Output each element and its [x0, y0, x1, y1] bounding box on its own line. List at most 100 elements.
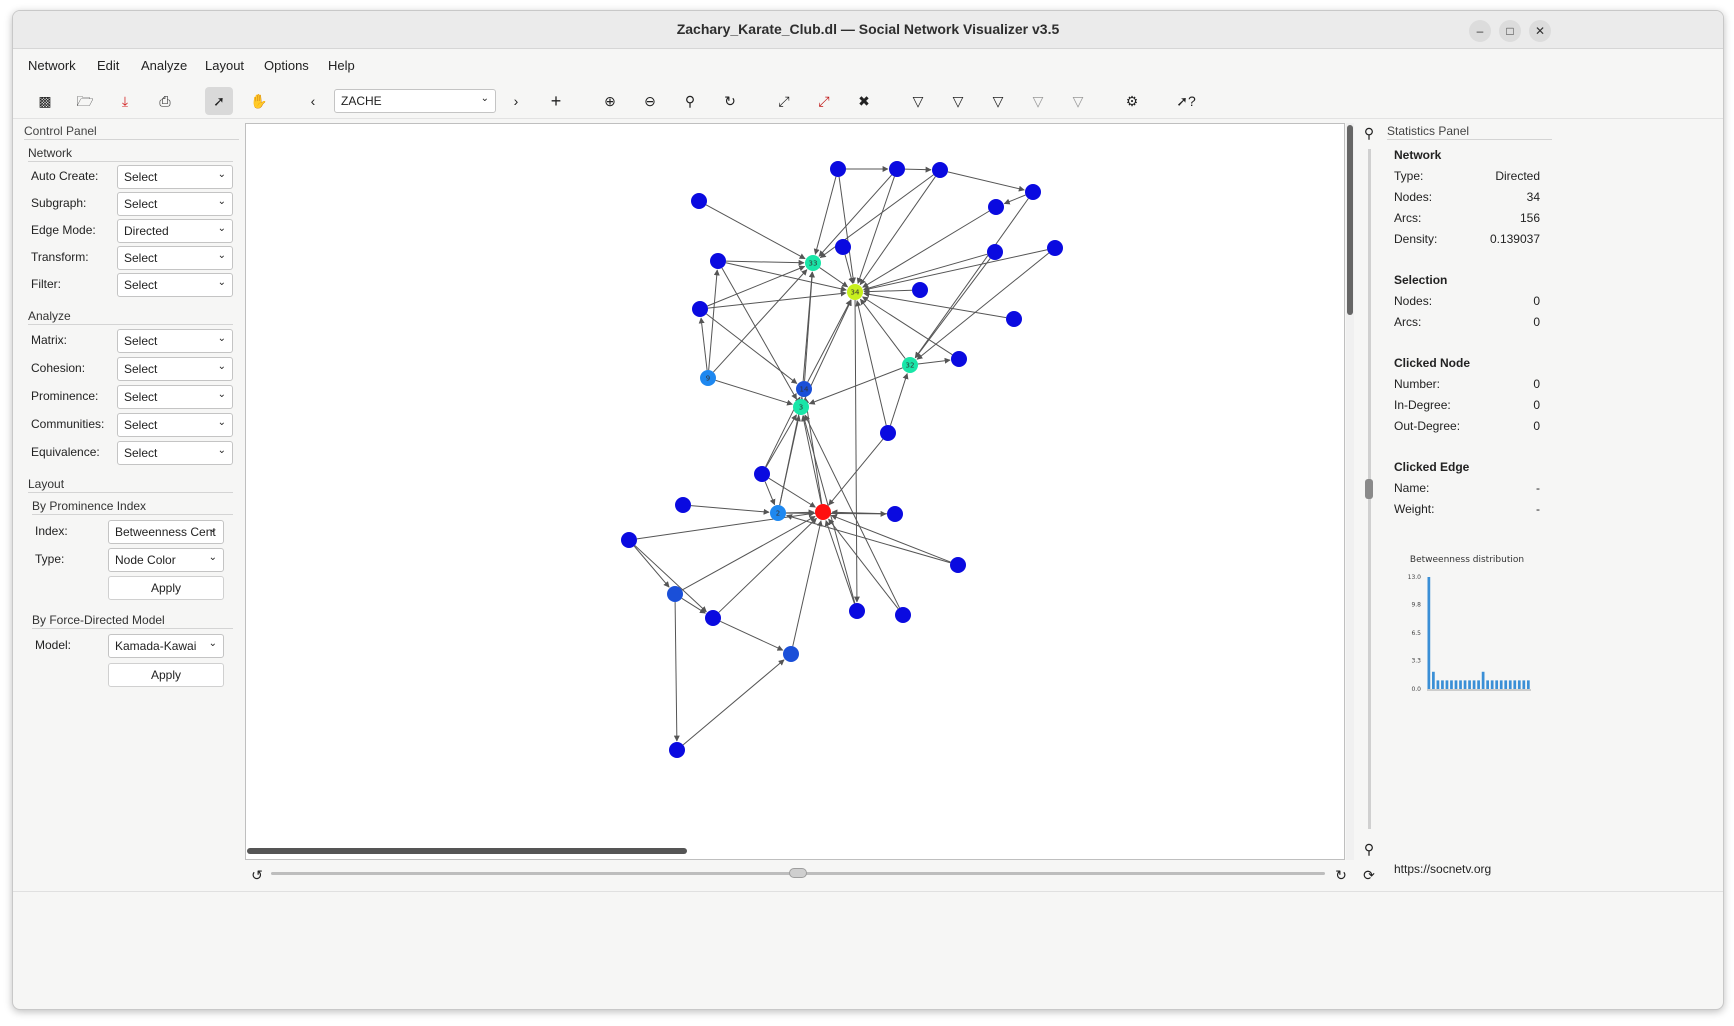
graph-node[interactable]: [705, 610, 721, 626]
graph-node[interactable]: [1025, 184, 1041, 200]
graph-node[interactable]: [987, 244, 1003, 260]
prominence-select[interactable]: Select ⌄: [117, 385, 233, 409]
rotate-icon[interactable]: ↻: [716, 87, 744, 115]
filter-5-icon[interactable]: ▽: [1064, 87, 1092, 115]
graph-edge[interactable]: [681, 515, 816, 591]
apply-prominence-button[interactable]: Apply: [108, 576, 224, 600]
edge-mode-select[interactable]: Directed ⌄: [117, 219, 233, 243]
graph-node[interactable]: [889, 161, 905, 177]
rotate-left-icon[interactable]: ↺: [243, 861, 271, 889]
graph-edge[interactable]: [803, 299, 852, 400]
graph-node[interactable]: [669, 742, 685, 758]
minimize-button[interactable]: –: [1469, 20, 1491, 42]
graph-node[interactable]: [691, 193, 707, 209]
filter-select[interactable]: Select ⌄: [117, 273, 233, 297]
filter-1-icon[interactable]: ▽: [904, 87, 932, 115]
select-pointer-icon[interactable]: ➚: [205, 87, 233, 115]
network-graph[interactable]: 33343291432: [246, 124, 1345, 860]
graph-edge[interactable]: [792, 520, 823, 647]
matrix-select[interactable]: Select ⌄: [117, 329, 233, 353]
graph-edge[interactable]: [824, 519, 855, 604]
menu-layout[interactable]: Layout: [205, 58, 244, 73]
vertical-scroll-thumb[interactable]: [1347, 125, 1353, 315]
graph-node[interactable]: [880, 425, 896, 441]
graph-node[interactable]: [932, 162, 948, 178]
graph-edge[interactable]: [889, 372, 909, 426]
menu-edit[interactable]: Edit: [97, 58, 119, 73]
print-icon[interactable]: ⎙: [151, 87, 179, 115]
graph-edge[interactable]: [859, 176, 936, 286]
reset-view-icon[interactable]: ⟳: [1355, 861, 1383, 889]
horizontal-scroll-thumb[interactable]: [247, 848, 687, 854]
graph-edge[interactable]: [838, 176, 857, 284]
graph-edge[interactable]: [853, 299, 860, 603]
graph-edge[interactable]: [904, 166, 932, 173]
zoom-out-icon[interactable]: ⊖: [636, 87, 664, 115]
zoom-in-icon[interactable]: ⚲: [1355, 119, 1383, 147]
help-icon[interactable]: ➚?: [1172, 87, 1200, 115]
zoom-in-icon[interactable]: ⊕: [596, 87, 624, 115]
auto-create-select[interactable]: Select ⌄: [117, 165, 233, 189]
graph-node[interactable]: [621, 532, 637, 548]
cohesion-select[interactable]: Select ⌄: [117, 357, 233, 381]
menu-analyze[interactable]: Analyze: [141, 58, 187, 73]
find-icon[interactable]: ⚲: [676, 87, 704, 115]
type-select[interactable]: Node Color ⌄: [108, 548, 224, 572]
open-folder-icon[interactable]: 🗁: [71, 87, 99, 115]
graph-node[interactable]: [895, 607, 911, 623]
edge-remove-icon[interactable]: ⤢: [810, 87, 838, 115]
index-select[interactable]: Betweenness Cent ⌄: [108, 520, 224, 544]
rotation-slider-handle[interactable]: [789, 868, 807, 878]
graph-edge[interactable]: [765, 414, 797, 468]
next-icon[interactable]: ›: [502, 87, 530, 115]
graph-edge[interactable]: [1003, 194, 1026, 205]
graph-edge[interactable]: [915, 258, 991, 359]
graph-node[interactable]: [815, 504, 831, 520]
graph-edge[interactable]: [947, 171, 1025, 192]
horizontal-scrollbar[interactable]: [245, 847, 1345, 855]
graph-edge[interactable]: [634, 545, 707, 613]
graph-edge[interactable]: [721, 267, 797, 400]
graph-edge[interactable]: [807, 299, 852, 383]
tools-icon[interactable]: ✖: [850, 87, 878, 115]
graph-node[interactable]: [675, 497, 691, 513]
model-select[interactable]: Kamada-Kawai ⌄: [108, 634, 224, 658]
hand-pan-icon[interactable]: ✋: [245, 87, 273, 115]
equivalence-select[interactable]: Select ⌄: [117, 441, 233, 465]
filter-4-icon[interactable]: ▽: [1024, 87, 1052, 115]
graph-edge[interactable]: [715, 379, 793, 406]
zoom-slider-handle[interactable]: [1365, 479, 1373, 499]
graph-node[interactable]: [667, 586, 683, 602]
graph-edge[interactable]: [705, 204, 806, 260]
graph-edge[interactable]: [718, 517, 817, 613]
graph-edge[interactable]: [673, 601, 680, 742]
node-find-combo[interactable]: ZACHE ⌄: [334, 89, 496, 113]
graph-edge[interactable]: [720, 620, 784, 651]
graph-edge[interactable]: [830, 514, 951, 563]
graph-edge[interactable]: [768, 477, 816, 508]
graph-node[interactable]: [1006, 311, 1022, 327]
zoom-out-icon[interactable]: ⚲: [1355, 835, 1383, 863]
graph-edge[interactable]: [813, 176, 837, 255]
graph-node[interactable]: [710, 253, 726, 269]
graph-node[interactable]: [988, 199, 1004, 215]
graph-node[interactable]: [951, 351, 967, 367]
socnetv-link[interactable]: https://socnetv.org: [1394, 862, 1491, 876]
apply-model-button[interactable]: Apply: [108, 663, 224, 687]
graph-edge[interactable]: [725, 259, 805, 266]
graph-edge[interactable]: [690, 505, 770, 515]
graph-node[interactable]: [912, 282, 928, 298]
graph-edge[interactable]: [633, 545, 670, 588]
graph-node[interactable]: [1047, 240, 1063, 256]
graph-edge[interactable]: [855, 300, 887, 426]
transform-select[interactable]: Select ⌄: [117, 246, 233, 270]
graph-edge[interactable]: [707, 265, 806, 307]
graph-edge[interactable]: [682, 659, 785, 746]
vertical-scrollbar[interactable]: [1346, 123, 1354, 860]
graph-node[interactable]: [950, 557, 966, 573]
add-node-icon[interactable]: +: [542, 87, 570, 115]
menu-network[interactable]: Network: [28, 58, 76, 73]
graph-canvas[interactable]: 33 34 32 9 14 3 2: [245, 123, 1345, 860]
save-icon[interactable]: ⤓: [111, 87, 139, 115]
maximize-button[interactable]: □: [1499, 20, 1521, 42]
